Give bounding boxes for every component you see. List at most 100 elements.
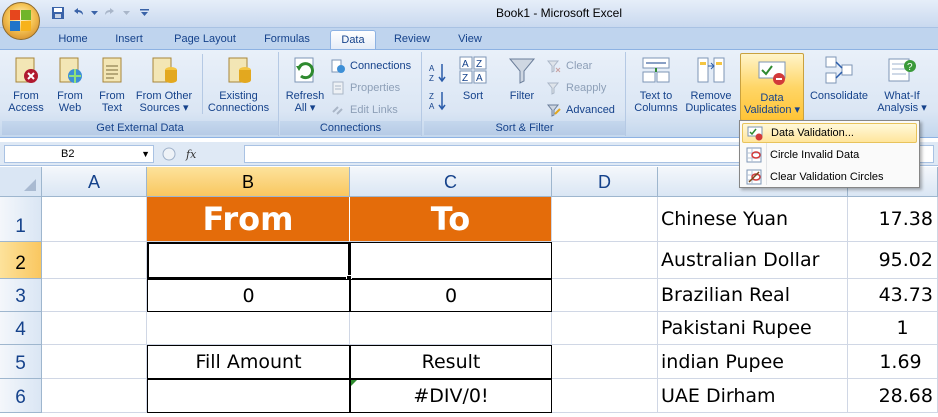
cell-f2[interactable]: 95.02: [848, 242, 938, 279]
sort-dialog-icon: A ZZ A: [459, 56, 487, 84]
remove-duplicates-icon: [697, 57, 725, 83]
filter-button[interactable]: Filter: [502, 54, 542, 102]
from-text-button[interactable]: From Text: [92, 54, 132, 114]
consolidate-icon: [825, 56, 853, 84]
circle-invalid-data-icon: [746, 147, 762, 163]
edit-links-icon: [332, 106, 343, 115]
column-header-d[interactable]: D: [552, 167, 658, 197]
reapply-icon: [546, 82, 560, 95]
row-header-3[interactable]: 3: [0, 279, 42, 312]
row-header-2[interactable]: 2: [0, 242, 42, 279]
cell-c5[interactable]: Result: [350, 345, 552, 379]
cell-d2[interactable]: [552, 242, 658, 279]
cell-c6[interactable]: #DIV/0!: [350, 379, 552, 413]
cell-f6[interactable]: 28.68: [848, 379, 938, 413]
group-sort-filter: AZ ZA AZZA Sort Filter Clear Reapply Adv…: [424, 52, 626, 136]
cell-b1[interactable]: From: [147, 197, 350, 242]
existing-connections-button[interactable]: Existing Connections: [202, 54, 274, 114]
row-header-5[interactable]: 5: [0, 345, 42, 379]
cell-b3[interactable]: 0: [147, 279, 350, 312]
cell-a5[interactable]: [42, 345, 147, 379]
refresh-all-button[interactable]: Refresh All ▾: [282, 54, 328, 114]
tab-page-layout[interactable]: Page Layout: [164, 30, 246, 50]
text-to-columns-icon: [642, 57, 670, 83]
cell-b6[interactable]: [147, 379, 350, 413]
from-web-button[interactable]: From Web: [50, 54, 90, 114]
column-header-b[interactable]: B: [147, 167, 350, 197]
properties-icon: [332, 81, 344, 95]
svg-text:A: A: [476, 73, 483, 84]
connections-button[interactable]: Connections: [330, 57, 411, 75]
data-validation-icon: [758, 61, 786, 85]
sort-button[interactable]: AZZA Sort: [454, 54, 492, 102]
from-access-button[interactable]: From Access: [4, 54, 48, 114]
name-box-dropdown-icon[interactable]: ▼: [141, 146, 150, 162]
cell-a6[interactable]: [42, 379, 147, 413]
tab-formulas[interactable]: Formulas: [254, 30, 320, 50]
cell-e5[interactable]: indian Pupee: [658, 345, 848, 379]
cell-f4[interactable]: 1: [848, 312, 938, 345]
title-bar: Book1 - Microsoft Excel: [0, 0, 938, 28]
menu-item-circle-invalid-data[interactable]: Circle Invalid Data: [742, 145, 917, 165]
from-other-sources-button[interactable]: From Other Sources ▾: [134, 54, 194, 114]
cell-c1[interactable]: To: [350, 197, 552, 242]
cell-a2[interactable]: [42, 242, 147, 279]
cell-d3[interactable]: [552, 279, 658, 312]
clear-filter-button: Clear: [546, 57, 592, 75]
cell-c2[interactable]: [350, 242, 552, 279]
cell-b4[interactable]: [147, 312, 350, 345]
consolidate-button[interactable]: Consolidate: [808, 54, 870, 102]
formula-bar-handle-icon[interactable]: [162, 147, 176, 161]
cell-f5[interactable]: 1.69: [848, 345, 938, 379]
what-if-analysis-button[interactable]: ? What-If Analysis ▾: [874, 54, 930, 114]
name-box[interactable]: B2 ▼: [4, 145, 154, 163]
cell-a4[interactable]: [42, 312, 147, 345]
cell-a1[interactable]: [42, 197, 147, 242]
cell-f3[interactable]: 43.73: [848, 279, 938, 312]
select-all-corner[interactable]: [0, 167, 42, 197]
tab-data[interactable]: Data: [330, 30, 376, 50]
menu-item-data-validation[interactable]: Data Validation...: [742, 123, 917, 143]
row-header-1[interactable]: 1: [0, 197, 42, 242]
row-header-4[interactable]: 4: [0, 312, 42, 345]
cell-e6[interactable]: UAE Dirham: [658, 379, 848, 413]
cell-d6[interactable]: [552, 379, 658, 413]
sort-descending-button[interactable]: ZA: [428, 92, 448, 111]
column-header-a[interactable]: A: [42, 167, 147, 197]
menu-item-clear-validation-circles[interactable]: Clear Validation Circles: [742, 167, 917, 187]
ribbon-tabs: Home Insert Page Layout Formulas Data Re…: [0, 28, 938, 50]
insert-function-button[interactable]: fx: [186, 148, 196, 161]
tab-insert[interactable]: Insert: [104, 30, 154, 50]
sort-ascending-button[interactable]: AZ: [428, 64, 448, 83]
tab-review[interactable]: Review: [384, 30, 440, 50]
cell-a3[interactable]: [42, 279, 147, 312]
group-connections: Refresh All ▾ Connections Properties Edi…: [280, 52, 422, 136]
tab-view[interactable]: View: [448, 30, 492, 50]
office-logo-icon: [10, 10, 32, 32]
cell-b2-selected[interactable]: [147, 242, 350, 279]
cell-e2[interactable]: Australian Dollar: [658, 242, 848, 279]
advanced-filter-icon: [546, 104, 561, 117]
cell-e1[interactable]: Chinese Yuan: [658, 197, 848, 242]
cell-c3[interactable]: 0: [350, 279, 552, 312]
cell-e3[interactable]: Brazilian Real: [658, 279, 848, 312]
column-header-c[interactable]: C: [350, 167, 552, 197]
cell-c4[interactable]: [350, 312, 552, 345]
tab-home[interactable]: Home: [50, 30, 96, 50]
text-to-columns-button[interactable]: Text to Columns: [630, 54, 682, 114]
error-indicator-icon[interactable]: [351, 380, 357, 386]
cell-d1[interactable]: [552, 197, 658, 242]
office-button[interactable]: [2, 2, 40, 40]
advanced-filter-button[interactable]: Advanced: [546, 101, 615, 119]
cell-f1[interactable]: 17.38: [848, 197, 938, 242]
svg-text:Z: Z: [429, 92, 434, 101]
data-validation-button[interactable]: Data Validation ▾: [740, 53, 804, 121]
cell-e4[interactable]: Pakistani Rupee: [658, 312, 848, 345]
svg-text:A: A: [429, 64, 435, 73]
remove-duplicates-button[interactable]: Remove Duplicates: [684, 54, 738, 114]
edit-links-button: Edit Links: [330, 101, 398, 119]
row-header-6[interactable]: 6: [0, 379, 42, 413]
cell-d5[interactable]: [552, 345, 658, 379]
cell-d4[interactable]: [552, 312, 658, 345]
cell-b5[interactable]: Fill Amount: [147, 345, 350, 379]
